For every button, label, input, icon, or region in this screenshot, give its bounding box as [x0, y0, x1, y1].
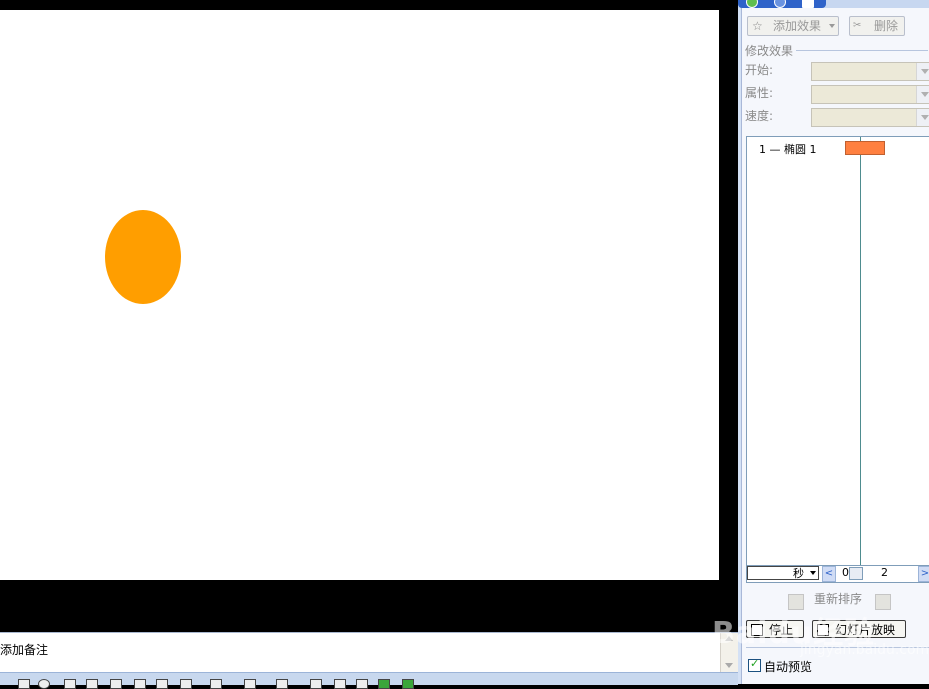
scroll-down-icon[interactable]	[725, 663, 733, 668]
forward-icon[interactable]	[774, 0, 786, 8]
3d-style-icon[interactable]	[402, 679, 414, 689]
add-effect-label: 添加效果	[773, 19, 822, 33]
move-down-icon[interactable]	[875, 594, 891, 610]
slide-editing-area	[0, 0, 738, 632]
trigger-line-icon: —	[769, 143, 781, 156]
shadow-style-icon[interactable]	[378, 679, 390, 689]
speed-label: 速度:	[745, 109, 774, 123]
notes-placeholder[interactable]: 添加备注	[0, 641, 48, 658]
fill-color-icon[interactable]	[210, 679, 222, 689]
delete-button[interactable]: ✂ 删除	[849, 16, 905, 36]
item-shape-name: 椭圆 1	[784, 143, 817, 156]
textbox-tool-icon[interactable]	[64, 679, 76, 689]
timeline-line	[860, 137, 861, 566]
diagram-tool-icon[interactable]	[110, 679, 122, 689]
slide-canvas[interactable]	[0, 10, 719, 580]
modify-effect-title: 修改效果	[745, 44, 794, 58]
timeline-bar[interactable]	[845, 141, 885, 155]
custom-animation-pane: ☆ 添加效果 ✂ 删除 修改效果 开始: 属性: 速度: 1 — 椭圆 1 秒 …	[738, 0, 929, 684]
checkbox-checked-icon[interactable]	[748, 657, 761, 672]
reorder-label: 重新排序	[814, 592, 863, 606]
chevron-down-icon	[810, 571, 816, 575]
star-icon: ☆	[752, 19, 763, 33]
property-label: 属性:	[745, 86, 774, 100]
scale-right-icon[interactable]: >	[918, 566, 929, 582]
autopreview-label: 自动预览	[764, 660, 813, 674]
delete-icon: ✂	[853, 20, 862, 31]
list-item[interactable]: 1 — 椭圆 1	[759, 141, 817, 157]
wordart-tool-icon[interactable]	[86, 679, 98, 689]
animation-list[interactable]: 1 — 椭圆 1	[746, 136, 929, 567]
time-unit-value: 秒	[793, 567, 804, 580]
section-divider	[796, 50, 928, 51]
start-label: 开始:	[745, 63, 774, 77]
rectangle-tool-icon[interactable]	[18, 679, 30, 689]
time-unit-select[interactable]: 秒	[747, 566, 819, 580]
scale-left-icon[interactable]: <	[822, 566, 836, 582]
clipart-tool-icon[interactable]	[134, 679, 146, 689]
speed-dropdown[interactable]	[811, 108, 929, 127]
notes-pane[interactable]: 添加备注	[0, 632, 738, 673]
font-color-icon[interactable]	[276, 679, 288, 689]
pane-body: ☆ 添加效果 ✂ 删除 修改效果 开始: 属性: 速度: 1 — 椭圆 1 秒 …	[741, 8, 929, 684]
chevron-down-icon[interactable]	[916, 109, 929, 126]
pane-nav-tabs	[738, 0, 826, 8]
start-dropdown[interactable]	[811, 62, 929, 81]
arrow-style-icon[interactable]	[356, 679, 368, 689]
delete-label: 删除	[874, 19, 899, 33]
item-index: 1	[759, 143, 766, 156]
dash-style-icon[interactable]	[334, 679, 346, 689]
drawing-toolbar	[0, 672, 738, 689]
timeline-scale-bar: 秒 < 0 2 >	[746, 565, 929, 583]
oval-shape[interactable]	[105, 210, 181, 304]
chevron-down-icon[interactable]	[916, 63, 929, 80]
scale-start: 0	[842, 566, 849, 579]
chevron-down-icon	[829, 24, 835, 28]
chevron-down-icon[interactable]	[916, 86, 929, 103]
property-dropdown[interactable]	[811, 85, 929, 104]
scale-mark: 2	[881, 566, 888, 579]
pane-header	[738, 0, 929, 8]
oval-tool-icon[interactable]	[38, 679, 50, 689]
back-icon[interactable]	[746, 0, 758, 8]
add-effect-button[interactable]: ☆ 添加效果	[747, 16, 839, 36]
watermark-url: jingyan.baidu.com	[800, 642, 929, 658]
picture-tool-icon[interactable]	[156, 679, 168, 689]
line-color-icon[interactable]	[244, 679, 256, 689]
scale-thumb[interactable]	[849, 567, 863, 580]
line-style-icon[interactable]	[310, 679, 322, 689]
home-icon[interactable]	[802, 0, 814, 8]
image-tool-icon[interactable]	[180, 679, 192, 689]
